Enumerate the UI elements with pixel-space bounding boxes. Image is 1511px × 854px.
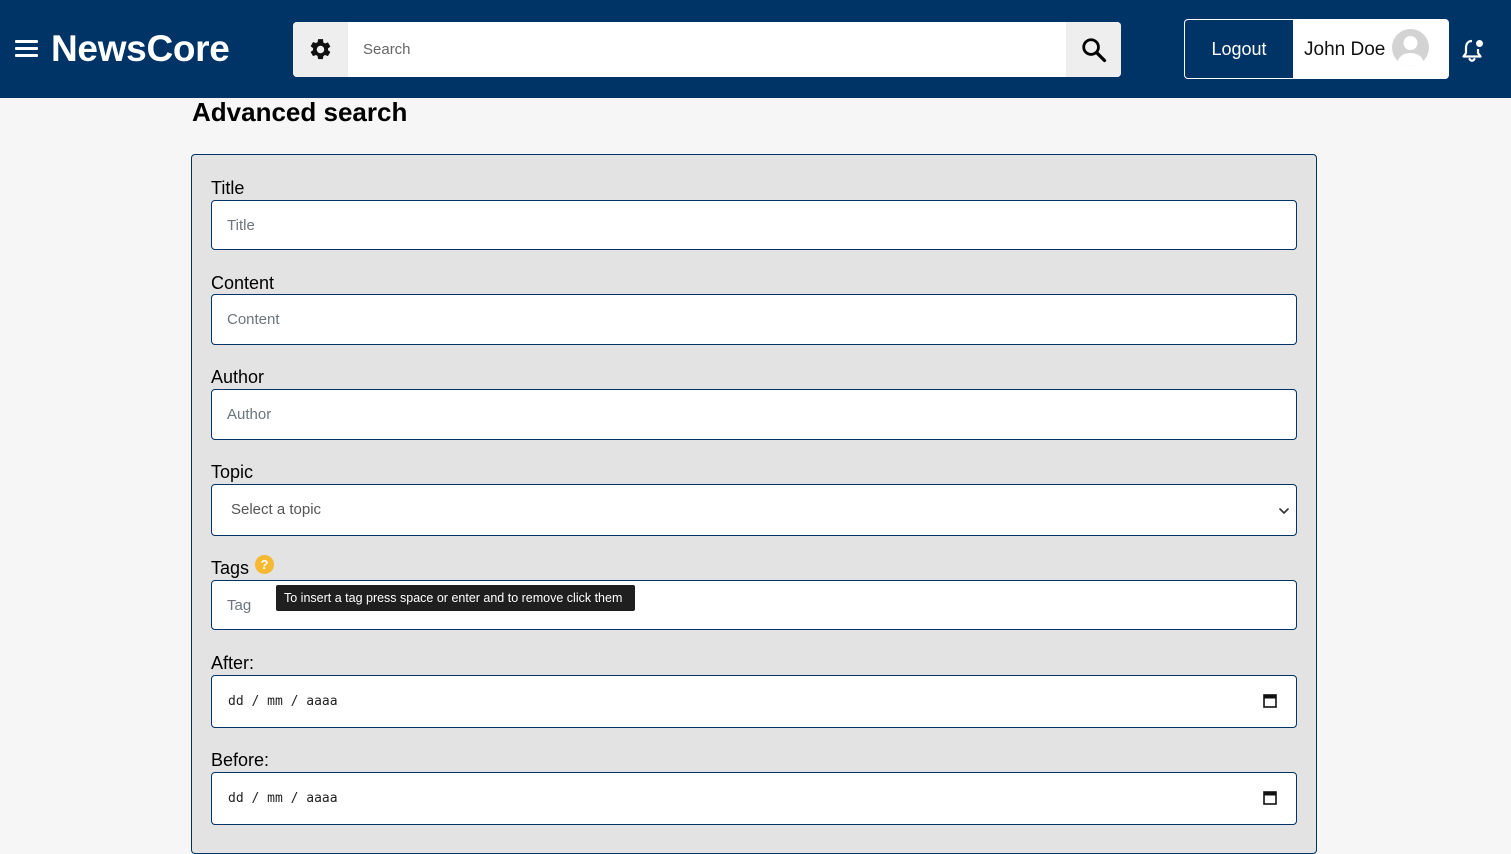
calendar-icon[interactable] bbox=[1263, 790, 1277, 805]
search-icon bbox=[1081, 37, 1106, 62]
search-bar bbox=[293, 22, 1121, 77]
chevron-down-icon bbox=[1279, 508, 1289, 514]
after-date-placeholder: dd / mm / aaaa bbox=[228, 694, 338, 709]
before-date-input[interactable]: dd / mm / aaaa bbox=[211, 772, 1297, 825]
after-date-input[interactable]: dd / mm / aaaa bbox=[211, 675, 1297, 728]
author-input[interactable] bbox=[211, 389, 1297, 440]
topic-label: Topic bbox=[211, 462, 254, 482]
user-avatar-icon[interactable] bbox=[1392, 29, 1429, 66]
topic-selected-value: Select a topic bbox=[231, 501, 322, 518]
topic-select[interactable]: Select a topic bbox=[211, 484, 1297, 536]
logout-button[interactable]: Logout bbox=[1185, 20, 1293, 78]
top-navbar: NewsCore Logout John Doe bbox=[0, 0, 1511, 98]
brand-logo[interactable]: NewsCore bbox=[51, 26, 230, 72]
title-label: Title bbox=[211, 178, 245, 198]
user-name[interactable]: John Doe bbox=[1304, 39, 1385, 61]
before-date-placeholder: dd / mm / aaaa bbox=[228, 791, 338, 806]
search-settings-button[interactable] bbox=[293, 22, 348, 77]
gear-icon bbox=[310, 39, 331, 60]
question-mark-icon[interactable]: ? bbox=[255, 555, 274, 574]
hamburger-menu-icon[interactable] bbox=[15, 38, 38, 59]
search-submit-button[interactable] bbox=[1066, 22, 1121, 77]
content-label: Content bbox=[211, 273, 275, 293]
page-title: Advanced search bbox=[192, 97, 408, 127]
before-label: Before: bbox=[211, 750, 270, 770]
calendar-icon[interactable] bbox=[1263, 693, 1277, 708]
tags-label: Tags bbox=[211, 558, 250, 578]
title-input[interactable] bbox=[211, 200, 1297, 250]
bell-icon[interactable] bbox=[1461, 38, 1485, 64]
after-label: After: bbox=[211, 653, 255, 673]
search-input[interactable] bbox=[348, 22, 1066, 77]
author-label: Author bbox=[211, 367, 265, 387]
tags-help-tooltip: To insert a tag press space or enter and… bbox=[276, 585, 635, 611]
content-input[interactable] bbox=[211, 294, 1297, 345]
